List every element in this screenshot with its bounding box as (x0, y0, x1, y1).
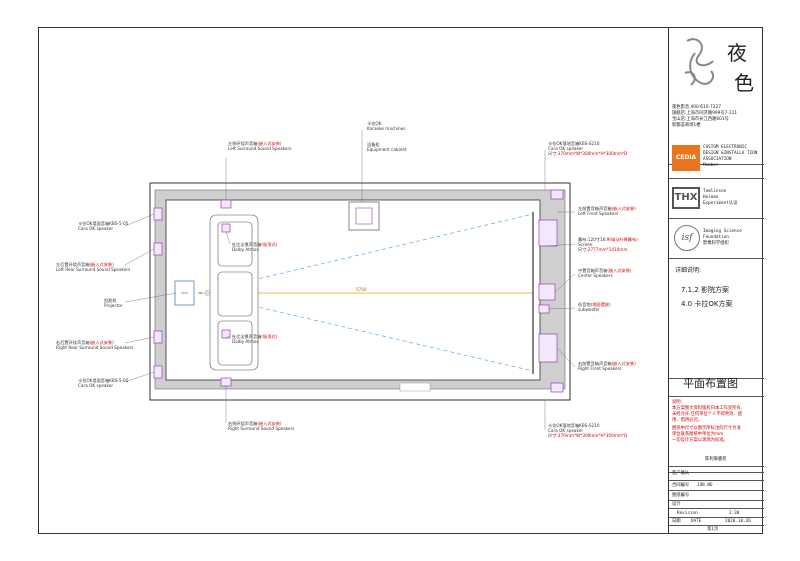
label-right-surround: 右侧环绕声音箱(嵌入式安装) Right Surround Sound Spea… (228, 421, 295, 431)
client-section: 客户确认 (669, 467, 764, 481)
thx-text-1: Tomlinson (703, 189, 727, 194)
speaker-left-surround (220, 199, 232, 209)
details-heading: 详细说明: (675, 267, 702, 274)
meta-r4-value: 1:30 (729, 511, 740, 516)
meta-r4-label: Revision (677, 511, 698, 516)
label-projector: 投影机 Projector (104, 298, 123, 308)
drawing-title: 平面布置图 (683, 377, 738, 390)
meta-date-value: 2020.10.26 (725, 519, 751, 524)
label-center: 中置音箱声音箱(嵌入式安装) Center Speakers (578, 268, 632, 278)
cedia-logo: CEDIA (672, 145, 700, 171)
notes-line-4: 图纸中尺寸以图示所标注的尺寸为准 (672, 426, 741, 431)
thx-text-2: Holman (703, 195, 719, 200)
label-right-front: 右前置音箱声音箱(嵌入式安装) Right Front Speakers (578, 361, 636, 371)
speaker-karaoke-br (550, 382, 564, 393)
project-name: 陈利御睿苑 (705, 457, 727, 462)
brand-address-2: 宝山店:上海市长江西路601号 (672, 117, 729, 122)
meta-r2-label: 图纸编号 (672, 493, 690, 498)
cedia-text-2: DESIGN &INSTALLA TION (703, 151, 758, 156)
notes-heading: 说明: (672, 400, 683, 405)
label-atmos-bottom: 杜比全景声音箱(吸顶式) Dolby Atmos (232, 334, 278, 344)
meta-row-date: 日期 DATE 2020.10.26 (669, 518, 764, 526)
speaker-right-surround (220, 377, 232, 387)
label-cabinet: 设备柜 Equipment cabinet (367, 142, 407, 152)
meta-contract-value: JOB.NO (697, 483, 713, 488)
cedia-text-1: CUSTOM ELECTRONIC (703, 145, 747, 150)
brand-address-1: 旗舰店:上海市同济路999号7-111 (672, 111, 738, 116)
label-screen: 幕布:120寸16:9(电动升降幕布) Screen 尺寸:2777mm*141… (578, 237, 638, 252)
cedia-section: CEDIA CUSTOM ELECTRONIC DESIGN &INSTALLA… (669, 139, 764, 179)
label-atmos-top: 杜比全景声音箱(吸顶式) Dolby Atmos (232, 242, 278, 252)
title-section: 平面布置图 (669, 367, 764, 397)
meta-date-label: 日期 (672, 519, 681, 524)
thx-section: THX Tomlinson Holman Experiment认证 (669, 179, 764, 219)
thx-logo: THX (672, 187, 700, 209)
page-section: 第1页 (669, 526, 764, 534)
speaker-left-front (538, 219, 558, 247)
speaker-karaoke-bl (153, 365, 163, 379)
details-section: 详细说明: 7.1.2 影院方案 4.0 卡拉OK方案 (669, 259, 764, 379)
label-karaoke: 卡拉OK Karaoke machines (367, 121, 406, 131)
isf-text-3: 影像科学组织 (703, 241, 729, 246)
label-left-rear: 左后置环绕声音箱(嵌入式安装) Left Rear Surround Sound… (56, 262, 131, 272)
notes-line-1: 本方案图文资料版权归本工作室所有, (672, 406, 743, 411)
meta-row-2: 图纸编号 (669, 491, 764, 501)
project-section: 陈利御睿苑 (669, 453, 764, 467)
speaker-left-rear (153, 242, 163, 256)
isf-logo: isf (674, 225, 700, 251)
cedia-text-4: Member (703, 163, 719, 168)
brand-address-3: 新都荟商场1楼 (672, 123, 701, 128)
label-left-surround: 左侧环绕声音箱(嵌入式安装) Left Surround Sound Speak… (228, 141, 292, 151)
speaker-karaoke-tl (153, 207, 163, 221)
meta-row-4: Revision 1:30 (669, 509, 764, 518)
meta-date-key: DATE (691, 519, 702, 524)
client-label: 客户确认 (672, 471, 690, 476)
thx-text-3: Experiment认证 (703, 201, 738, 206)
label-left-front: 左前置音箱声音箱(嵌入式安装) Left Front Speakers (578, 206, 636, 216)
label-subwoofer: 低音炮(地面摆放) subwoofer (578, 302, 611, 312)
dimension-label: 5700 (356, 287, 367, 292)
label-right-rear: 右后置环绕声音箱(嵌入式安装) Right Rear Surround Soun… (56, 340, 134, 350)
brand-char-bottom: 色 (734, 71, 754, 95)
meta-contract-label: 合同编号 (672, 483, 690, 488)
label-karaoke-br: 卡拉OK落地音箱KBS-S210 Cara OK speaker 尺寸:370mm… (548, 423, 628, 438)
page-number: 第1页 (707, 527, 719, 532)
speaker-center (538, 283, 556, 301)
isf-section: isf Imaging Science Foundation 影像科学组织 (669, 219, 764, 259)
notes-line-2: 未经允许,任何单位个人不得更改、使 (672, 412, 743, 417)
brand-char-top: 夜 (727, 41, 747, 65)
isf-text-2: Foundation (703, 235, 729, 240)
speaker-subwoofer (538, 304, 550, 314)
notes-line-6: 一切设计方案以现场为标准。 (672, 438, 728, 443)
speaker-karaoke-tr (550, 189, 564, 200)
equipment-cabinet (348, 201, 380, 231)
speaker-right-rear (153, 330, 163, 344)
sofa (209, 214, 259, 371)
notes-line-5: 单位联系图纸中单位为mm (672, 432, 724, 437)
meta-r3-label: 设计 (672, 502, 681, 507)
notes-line-3: 用、借用必究。 (672, 418, 703, 423)
label-karaoke-tr: 卡拉OK落地音箱KBS-S210 Cara OK speaker 尺寸:370mm… (548, 141, 628, 156)
meta-row-1: 合同编号 JOB.NO (669, 481, 764, 491)
title-block: 夜 色 夜色影音 400-610-7327 旗舰店:上海市同济路999号7-11… (668, 27, 764, 534)
isf-text-1: Imaging Science (703, 229, 742, 234)
brand-logo-icon (684, 38, 715, 86)
label-karaoke-tl: 卡拉OK墙面音箱KBS-5-05 Cara OK speaker (78, 221, 129, 231)
details-item-2: 4.0 卡拉OK方案 (681, 300, 733, 308)
speaker-right-front (538, 333, 558, 363)
meta-row-3: 设计 (669, 501, 764, 509)
details-item-1: 7.1.2 影院方案 (681, 286, 730, 294)
speaker-atmos-top (221, 223, 231, 233)
brand-company: 夜色影音 400-610-7327 (672, 105, 721, 110)
label-karaoke-bl: 卡拉OK墙面音箱KBS-5-05 Cara OK speaker (78, 378, 129, 388)
cedia-text-3: ASSOCIATION (703, 157, 732, 162)
door-opening (399, 382, 431, 392)
